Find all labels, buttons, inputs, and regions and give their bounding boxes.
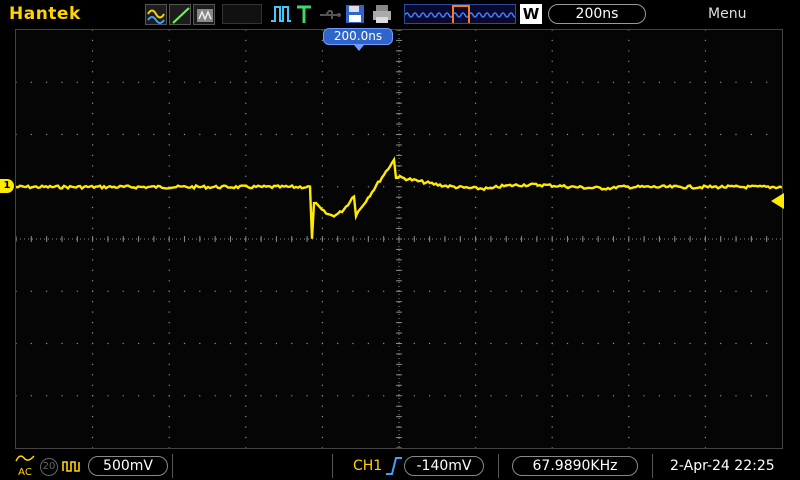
channel-1-ground-marker[interactable]: 1 <box>0 179 14 193</box>
usb-icon <box>318 4 342 24</box>
graticule-grid <box>16 30 782 448</box>
probe-icon <box>62 458 82 477</box>
bottom-status-bar: AC 20 500mV CH1 -140mV 67.9890KHz 2-Apr-… <box>0 450 800 480</box>
waveform-display[interactable] <box>15 29 783 449</box>
ac-coupling-icon: AC <box>14 452 36 478</box>
trigger-t-icon[interactable] <box>295 4 313 24</box>
divider <box>332 454 333 478</box>
grid-and-trace <box>16 30 782 448</box>
print-icon[interactable] <box>372 4 392 24</box>
coupling-label: AC <box>18 467 32 478</box>
volts-per-div-readout[interactable]: 500mV <box>88 456 168 476</box>
trigger-position-marker[interactable]: 200.0ns <box>323 28 393 45</box>
trigger-position-arrow <box>354 45 364 51</box>
divider <box>652 454 653 478</box>
status-display-box <box>222 4 262 24</box>
menu-button[interactable]: Menu <box>708 6 746 22</box>
run-stop-icon[interactable] <box>270 4 292 24</box>
rising-edge-icon <box>385 456 403 480</box>
sine-wave-icon[interactable] <box>145 4 167 25</box>
trigger-level-readout[interactable]: -140mV <box>404 456 484 476</box>
bandwidth-limit-icon: 20 <box>40 458 58 476</box>
brand-logo: Hantek <box>9 4 81 24</box>
trigger-level-marker[interactable] <box>771 193 784 209</box>
bandwidth-label: 20 <box>42 461 56 472</box>
pulse-wave-icon[interactable] <box>193 4 215 25</box>
save-disk-icon[interactable] <box>345 4 365 24</box>
divider <box>172 454 173 478</box>
datetime-readout: 2-Apr-24 22:25 <box>670 458 775 474</box>
channel-marker-label: 1 <box>3 180 11 191</box>
acquisition-mode-group[interactable] <box>145 4 220 25</box>
window-button[interactable]: W <box>520 4 542 24</box>
memory-overview-strip[interactable] <box>404 4 516 24</box>
ramp-icon[interactable] <box>169 4 191 25</box>
frequency-readout: 67.9890KHz <box>512 456 638 476</box>
top-status-bar: Hantek W 200ns Menu <box>0 0 800 28</box>
divider <box>498 454 499 478</box>
trigger-source-label[interactable]: CH1 <box>353 458 382 474</box>
timebase-readout[interactable]: 200ns <box>548 4 646 24</box>
